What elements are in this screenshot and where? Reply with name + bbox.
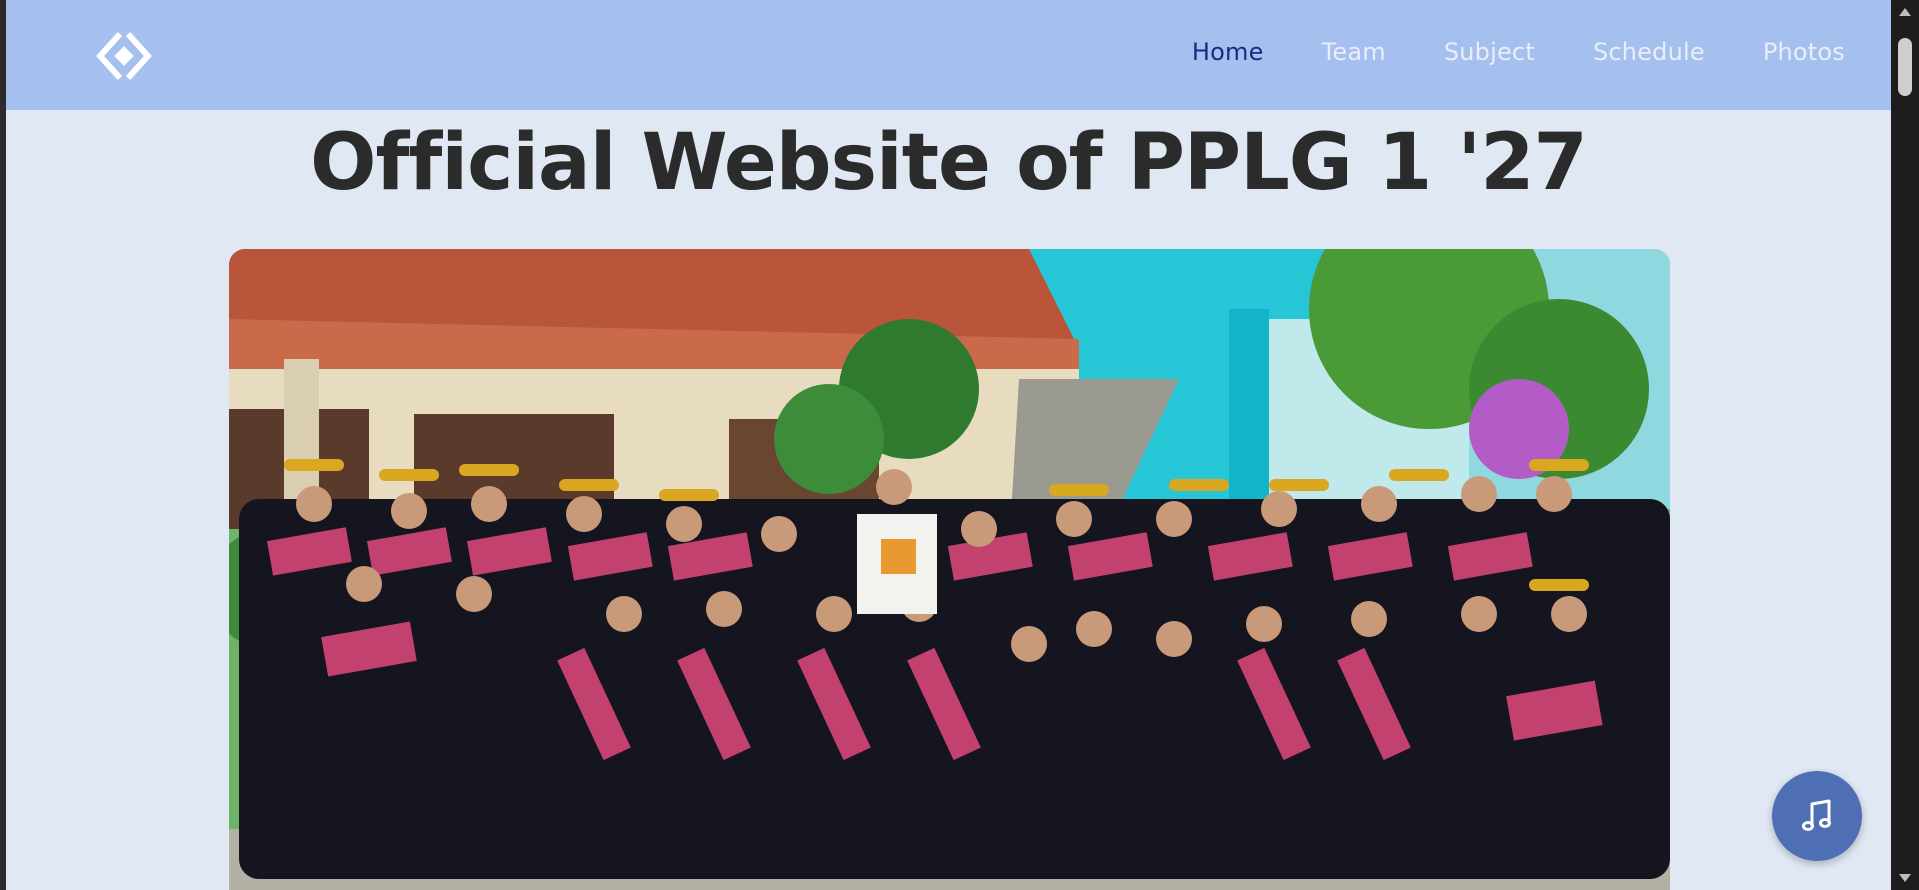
nav-photos[interactable]: Photos <box>1763 38 1845 66</box>
main-nav: Home Team Subject Schedule Photos <box>1134 38 1845 66</box>
class-photo-image <box>229 249 1670 890</box>
scroll-down-icon[interactable] <box>1899 874 1911 882</box>
vertical-scrollbar[interactable] <box>1891 0 1919 890</box>
class-photo <box>229 249 1670 890</box>
logo-icon[interactable] <box>96 28 152 84</box>
nav-schedule[interactable]: Schedule <box>1593 38 1705 66</box>
scroll-thumb[interactable] <box>1898 38 1912 96</box>
page-title: Official Website of PPLG 1 '27 <box>310 118 1588 208</box>
page-viewport: Home Team Subject Schedule Photos Offici… <box>6 0 1891 890</box>
nav-team[interactable]: Team <box>1322 38 1386 66</box>
navbar: Home Team Subject Schedule Photos <box>6 0 1891 110</box>
music-note-icon <box>1802 799 1831 831</box>
nav-subject[interactable]: Subject <box>1444 38 1535 66</box>
scroll-up-icon[interactable] <box>1899 8 1911 16</box>
music-button[interactable] <box>1772 771 1862 861</box>
nav-home[interactable]: Home <box>1192 38 1264 66</box>
